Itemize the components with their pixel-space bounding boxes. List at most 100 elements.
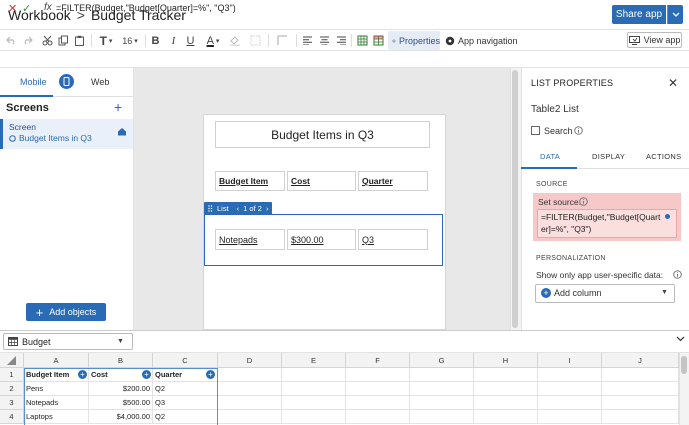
underline-button[interactable]: U: [185, 32, 196, 49]
phone-icon[interactable]: [59, 74, 74, 89]
close-icon[interactable]: ✕: [668, 76, 678, 90]
info-icon[interactable]: [673, 270, 682, 279]
search-checkbox[interactable]: [531, 126, 540, 135]
tab-display[interactable]: DISPLAY: [592, 152, 625, 161]
empty-cell[interactable]: [410, 382, 474, 396]
app-navigation-button[interactable]: App navigation: [445, 31, 518, 50]
info-icon[interactable]: [574, 126, 583, 135]
empty-cell[interactable]: [474, 368, 538, 382]
undo-icon[interactable]: [5, 32, 17, 49]
empty-cell[interactable]: [538, 410, 602, 424]
chevron-down-icon: ▼: [117, 338, 124, 345]
canvas-title[interactable]: Budget Items in Q3: [215, 121, 430, 148]
tab-actions[interactable]: ACTIONS: [646, 152, 681, 161]
empty-cell[interactable]: [410, 410, 474, 424]
italic-button[interactable]: I: [168, 32, 179, 49]
column-header-a[interactable]: A: [24, 353, 89, 368]
empty-cell[interactable]: [538, 382, 602, 396]
formula-input[interactable]: =FILTER(Budget,"Budget[Quarter]=%", "Q3"…: [56, 3, 236, 13]
list-cell-cost[interactable]: $300.00: [287, 229, 356, 250]
font-size-select[interactable]: 16 ▾: [120, 32, 140, 49]
empty-cell[interactable]: [282, 396, 346, 410]
formula-cancel-icon[interactable]: ✕: [8, 2, 17, 15]
empty-cell[interactable]: [218, 410, 282, 424]
info-icon[interactable]: [579, 197, 588, 206]
empty-cell[interactable]: [602, 410, 679, 424]
empty-cell[interactable]: [218, 382, 282, 396]
align-left-icon[interactable]: [300, 32, 314, 49]
row-header[interactable]: 3: [0, 396, 24, 410]
empty-cell[interactable]: [538, 396, 602, 410]
list-header-cost[interactable]: Cost: [287, 171, 356, 191]
fill-color-icon[interactable]: [227, 32, 243, 49]
border-icon[interactable]: [248, 32, 262, 49]
collapse-chevron-icon[interactable]: [676, 336, 685, 342]
canvas-scrollbar-thumb[interactable]: [512, 70, 518, 328]
share-dropdown-button[interactable]: [667, 5, 683, 24]
screen-list-item[interactable]: Screen Budget Items in Q3: [0, 119, 133, 149]
share-app-button[interactable]: Share app: [612, 5, 666, 24]
column-header-d[interactable]: D: [218, 353, 282, 368]
cut-icon[interactable]: [41, 32, 53, 49]
empty-cell[interactable]: [282, 410, 346, 424]
empty-cell[interactable]: [474, 382, 538, 396]
row-header[interactable]: 2: [0, 382, 24, 396]
list-cell-value: $300.00: [291, 234, 324, 245]
column-header-j[interactable]: J: [602, 353, 679, 368]
column-header-b[interactable]: B: [89, 353, 153, 368]
column-header-h[interactable]: H: [474, 353, 538, 368]
empty-cell[interactable]: [474, 396, 538, 410]
view-app-button[interactable]: View app: [627, 32, 682, 48]
copy-icon[interactable]: [57, 32, 69, 49]
empty-cell[interactable]: [410, 368, 474, 382]
add-objects-button[interactable]: + Add objects: [26, 303, 106, 321]
list-tag[interactable]: List ‹ 1 of 2 ›: [204, 202, 273, 214]
properties-button[interactable]: Properties: [388, 31, 440, 50]
empty-cell[interactable]: [538, 368, 602, 382]
grid-scrollbar-thumb[interactable]: [681, 356, 687, 374]
empty-cell[interactable]: [602, 396, 679, 410]
column-header-f[interactable]: F: [346, 353, 410, 368]
empty-cell[interactable]: [346, 396, 410, 410]
row-header[interactable]: 4: [0, 410, 24, 424]
empty-cell[interactable]: [346, 410, 410, 424]
column-header-c[interactable]: C: [153, 353, 218, 368]
empty-cell[interactable]: [602, 368, 679, 382]
list-cell-budget-item[interactable]: Notepads: [215, 229, 285, 250]
tab-data[interactable]: DATA: [540, 152, 560, 161]
bold-button[interactable]: B: [150, 32, 161, 49]
text-color-button[interactable]: A ▾: [203, 32, 223, 49]
align-right-icon[interactable]: [334, 32, 348, 49]
empty-cell[interactable]: [346, 368, 410, 382]
formula-confirm-icon[interactable]: ✓: [22, 2, 31, 15]
add-screen-button[interactable]: +: [114, 99, 122, 115]
list-cell-quarter[interactable]: Q3: [358, 229, 428, 250]
home-icon[interactable]: [117, 127, 127, 136]
empty-cell[interactable]: [282, 382, 346, 396]
chevron-right-icon[interactable]: ›: [266, 204, 269, 213]
insert-columns-icon[interactable]: [355, 32, 369, 49]
empty-cell[interactable]: [602, 382, 679, 396]
row-header[interactable]: 1: [0, 368, 24, 382]
select-all-corner[interactable]: [0, 353, 24, 368]
column-header-e[interactable]: E: [282, 353, 346, 368]
redo-icon[interactable]: [21, 32, 33, 49]
list-header-budget-item[interactable]: Budget Item: [215, 171, 285, 191]
align-center-icon[interactable]: [317, 32, 331, 49]
column-header-i[interactable]: I: [538, 353, 602, 368]
list-header-quarter[interactable]: Quarter: [358, 171, 428, 191]
empty-cell[interactable]: [346, 382, 410, 396]
chevron-left-icon[interactable]: ‹: [237, 204, 240, 213]
column-header-g[interactable]: G: [410, 353, 474, 368]
tab-mobile[interactable]: Mobile: [20, 77, 47, 87]
empty-cell[interactable]: [474, 410, 538, 424]
empty-cell[interactable]: [218, 396, 282, 410]
empty-cell[interactable]: [282, 368, 346, 382]
cell-style-icon[interactable]: [275, 32, 289, 49]
font-button[interactable]: T ▾: [97, 32, 115, 49]
tab-web[interactable]: Web: [91, 77, 109, 87]
insert-rows-icon[interactable]: [371, 32, 385, 49]
paste-icon[interactable]: [73, 32, 85, 49]
empty-cell[interactable]: [218, 368, 282, 382]
empty-cell[interactable]: [410, 396, 474, 410]
